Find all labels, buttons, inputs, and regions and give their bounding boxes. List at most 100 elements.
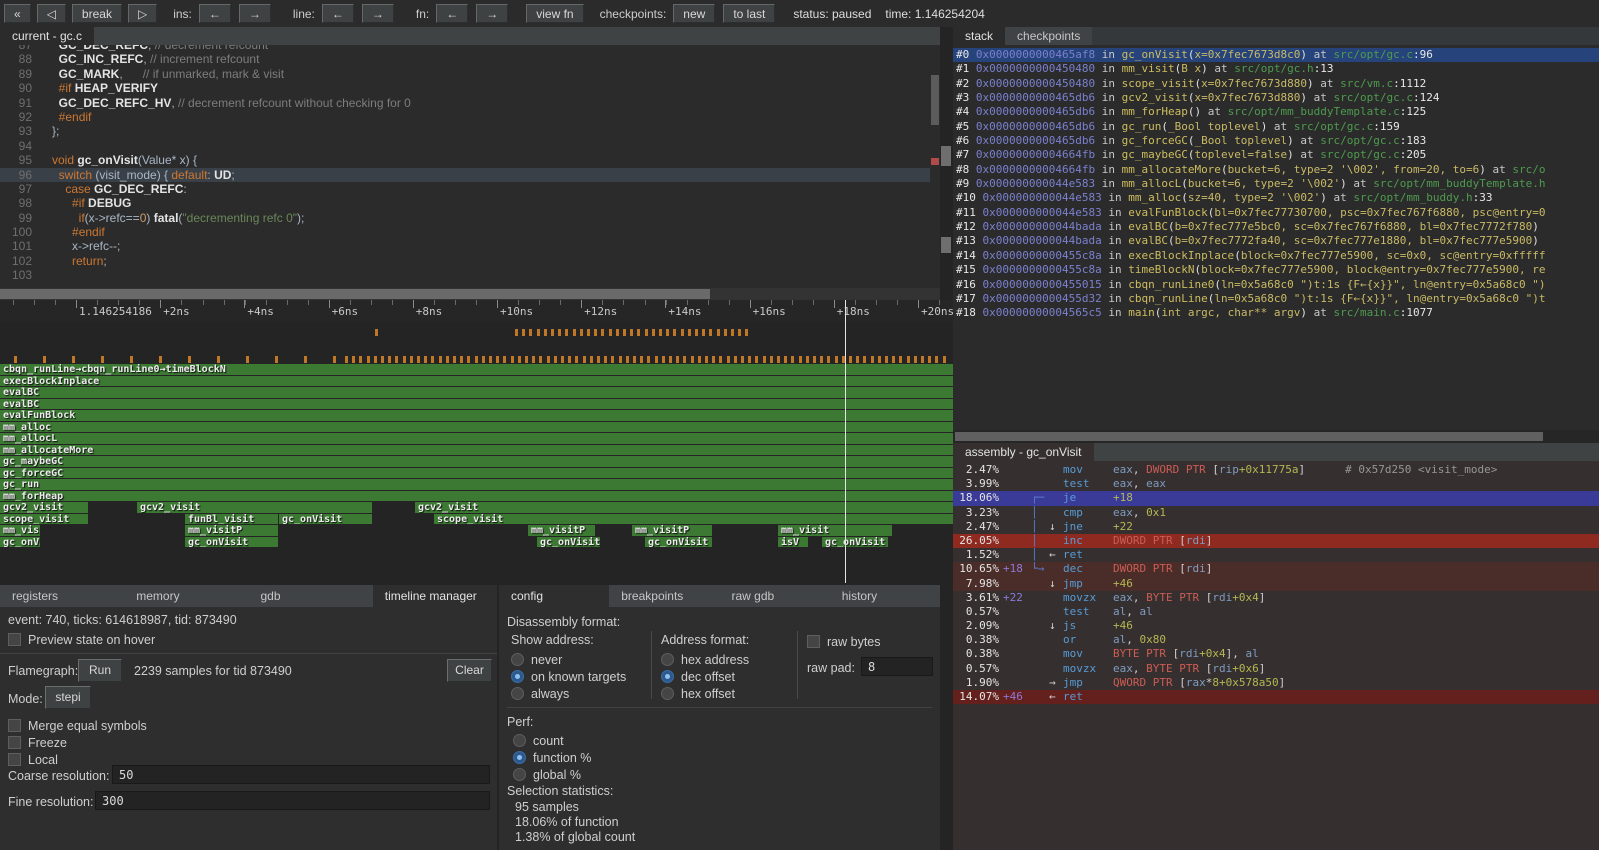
source-line[interactable]: 101 x->refc--; bbox=[0, 239, 930, 253]
source-line[interactable]: 88 GC_INC_REFC, // increment refcount bbox=[0, 52, 930, 66]
ins-back-button[interactable]: ← bbox=[199, 4, 231, 23]
assembly-row[interactable]: 2.47%moveax, DWORD PTR [rip+0x11775a]# 0… bbox=[953, 463, 1599, 477]
stack-frame-row[interactable]: #18 0x00000000004565c5 in main(int argc,… bbox=[953, 306, 1599, 320]
tab-config[interactable]: config bbox=[499, 585, 609, 607]
tab-assembly[interactable]: assembly - gc_onVisit bbox=[953, 443, 1094, 461]
source-line[interactable]: 92 #endif bbox=[0, 110, 930, 124]
stack-frame-row[interactable]: #7 0x00000000004664fb in gc_maybeGC(topl… bbox=[953, 148, 1599, 162]
source-line[interactable]: 99 if(x->refc==0) fatal("decrementing re… bbox=[0, 211, 930, 225]
flame-bar[interactable]: funBl_visit bbox=[185, 514, 278, 525]
line-number[interactable]: 87 bbox=[0, 45, 38, 52]
assembly-row[interactable]: 10.65%+18└→decDWORD PTR [rdi] bbox=[953, 562, 1599, 576]
flame-bar[interactable]: evalBC bbox=[0, 387, 953, 398]
source-line[interactable]: 100 #endif bbox=[0, 225, 930, 239]
line-number[interactable]: 99 bbox=[0, 211, 38, 225]
source-line[interactable]: 98 #if DEBUG bbox=[0, 196, 930, 210]
assembly-row[interactable]: 1.52%│←ret bbox=[953, 548, 1599, 562]
stack-frame-row[interactable]: #12 0x000000000044bada in evalBC(b=0x7fe… bbox=[953, 220, 1599, 234]
flame-bar[interactable]: gc_run bbox=[0, 479, 953, 490]
checkpoint-new-button[interactable]: new bbox=[673, 4, 715, 23]
line-number[interactable]: 89 bbox=[0, 67, 38, 81]
flamegraph-run-button[interactable]: Run bbox=[78, 659, 122, 682]
assembly-row[interactable]: 2.09%↓js+46 bbox=[953, 619, 1599, 633]
scrollbar-thumb[interactable] bbox=[955, 432, 1543, 441]
stack-frame-row[interactable]: #1 0x0000000000450480 in mm_visit(B x) a… bbox=[953, 62, 1599, 76]
line-forward-button[interactable]: → bbox=[362, 4, 394, 23]
tab-current-file[interactable]: current - gc.c bbox=[0, 27, 94, 45]
source-line[interactable]: 103 bbox=[0, 268, 930, 282]
flame-bar[interactable]: scope_visit bbox=[0, 514, 88, 525]
flame-bar[interactable]: gc_maybeGC bbox=[0, 456, 953, 467]
tab-breakpoints[interactable]: breakpoints bbox=[609, 585, 719, 607]
preview-state-checkbox[interactable] bbox=[8, 633, 21, 646]
stack-frame-row[interactable]: #13 0x000000000044bada in evalBC(b=0x7fe… bbox=[953, 234, 1599, 248]
tab-history[interactable]: history bbox=[830, 585, 940, 607]
stack-frame-row[interactable]: #8 0x00000000004664fb in mm_allocateMore… bbox=[953, 163, 1599, 177]
assembly-row[interactable]: 3.23%│cmpeax, 0x1 bbox=[953, 506, 1599, 520]
tab-timeline-manager[interactable]: timeline manager bbox=[373, 585, 497, 607]
stack-frame-row[interactable]: #4 0x0000000000465db6 in mm_forHeap() at… bbox=[953, 105, 1599, 119]
flame-bar[interactable]: mm_visitP bbox=[528, 525, 595, 536]
jump-start-button[interactable]: « bbox=[4, 4, 31, 23]
show-address-always-radio[interactable] bbox=[511, 687, 524, 700]
line-number[interactable]: 96 bbox=[0, 168, 38, 182]
source-line[interactable]: 93}; bbox=[0, 124, 930, 138]
line-number[interactable]: 92 bbox=[0, 110, 38, 124]
scrollbar-thumb[interactable] bbox=[931, 75, 939, 125]
stack-frame-row[interactable]: #0 0x0000000000465af8 in gc_onVisit(x=0x… bbox=[953, 48, 1599, 62]
flame-bar[interactable]: cbqn_runLine→cbqn_runLine0→timeBlockN bbox=[0, 364, 953, 375]
stack-frame-row[interactable]: #3 0x0000000000465db6 in gcv2_visit(x=0x… bbox=[953, 91, 1599, 105]
stack-frame-row[interactable]: #11 0x000000000044e583 in evalFunBlock(b… bbox=[953, 206, 1599, 220]
tab-registers[interactable]: registers bbox=[0, 585, 124, 607]
address-format-hex-offset-radio[interactable] bbox=[661, 687, 674, 700]
address-format-hex-address-radio[interactable] bbox=[661, 653, 674, 666]
stack-frame-row[interactable]: #6 0x0000000000465db6 in gc_forceGC(_Boo… bbox=[953, 134, 1599, 148]
line-number[interactable]: 93 bbox=[0, 124, 38, 138]
assembly-row[interactable]: 26.05%│incDWORD PTR [rdi] bbox=[953, 534, 1599, 548]
view-fn-button[interactable]: view fn bbox=[526, 4, 583, 23]
fine-resolution-input[interactable] bbox=[95, 791, 490, 810]
merge-equal-symbols-checkbox[interactable] bbox=[8, 719, 21, 732]
flame-bar[interactable]: gcv2_visit bbox=[137, 502, 372, 513]
timeline-ruler[interactable]: 1.146254186+2ns+4ns+6ns+8ns+10ns+12ns+14… bbox=[0, 300, 953, 322]
stack-frame-row[interactable]: #10 0x000000000044e583 in mm_alloc(sz=40… bbox=[953, 191, 1599, 205]
mode-stepi-button[interactable]: stepi bbox=[45, 686, 91, 709]
line-number[interactable]: 101 bbox=[0, 239, 38, 253]
stack-frame-row[interactable]: #5 0x0000000000465db6 in gc_run(_Bool to… bbox=[953, 120, 1599, 134]
flame-bar[interactable]: gc_onVisit bbox=[537, 537, 600, 548]
assembly-row[interactable]: 1.90%→jmpQWORD PTR [rax*8+0x578a50] bbox=[953, 676, 1599, 690]
flame-bar[interactable]: gc_onVisit bbox=[822, 537, 888, 548]
tab-stack[interactable]: stack bbox=[953, 27, 1005, 45]
flame-bar[interactable]: gcv2_visit bbox=[0, 502, 88, 513]
flame-bar[interactable]: evalBC bbox=[0, 399, 953, 410]
flame-bar[interactable]: gc_onVisit bbox=[185, 537, 278, 548]
source-line[interactable]: 97 case GC_DEC_REFC: bbox=[0, 182, 930, 196]
flamegraph-clear-button[interactable]: Clear bbox=[447, 659, 492, 682]
flame-bar[interactable]: gc_onVisit bbox=[645, 537, 712, 548]
flame-bar[interactable]: gcv2_visit bbox=[415, 502, 953, 513]
source-line[interactable]: 102 return; bbox=[0, 254, 930, 268]
stack-frame-row[interactable]: #15 0x0000000000455c8a in timeBlockN(blo… bbox=[953, 263, 1599, 277]
source-horizontal-scrollbar[interactable] bbox=[0, 288, 940, 300]
flame-bar[interactable]: execBlockInplace bbox=[0, 376, 953, 387]
assembly-row[interactable]: 18.06%┌─je+18 bbox=[953, 491, 1599, 505]
assembly-row[interactable]: 3.99%testeax, eax bbox=[953, 477, 1599, 491]
coarse-resolution-input[interactable] bbox=[112, 765, 490, 784]
perf-function-pct-radio[interactable] bbox=[513, 751, 526, 764]
line-number[interactable]: 91 bbox=[0, 96, 38, 110]
line-back-button[interactable]: ← bbox=[322, 4, 354, 23]
run-forward-button[interactable]: ▷ bbox=[128, 4, 157, 23]
tab-gdb[interactable]: gdb bbox=[249, 585, 373, 607]
flame-bar[interactable]: mm_visitP bbox=[632, 525, 712, 536]
flame-bar[interactable]: mm_visitP bbox=[185, 525, 278, 536]
local-checkbox[interactable] bbox=[8, 753, 21, 766]
source-line[interactable]: 96 switch (visit_mode) { default: UD; bbox=[0, 168, 930, 182]
stack-frame-row[interactable]: #2 0x0000000000450480 in scope_visit(x=0… bbox=[953, 77, 1599, 91]
source-line[interactable]: 89 GC_MARK, // if unmarked, mark & visit bbox=[0, 67, 930, 81]
checkpoint-to-last-button[interactable]: to last bbox=[723, 4, 775, 23]
assembly-row[interactable]: 0.38%oral, 0x80 bbox=[953, 633, 1599, 647]
perf-count-radio[interactable] bbox=[513, 734, 526, 747]
tab-checkpoints[interactable]: checkpoints bbox=[1005, 27, 1092, 45]
fn-forward-button[interactable]: → bbox=[476, 4, 508, 23]
flame-bar[interactable]: mm_alloc bbox=[0, 422, 953, 433]
